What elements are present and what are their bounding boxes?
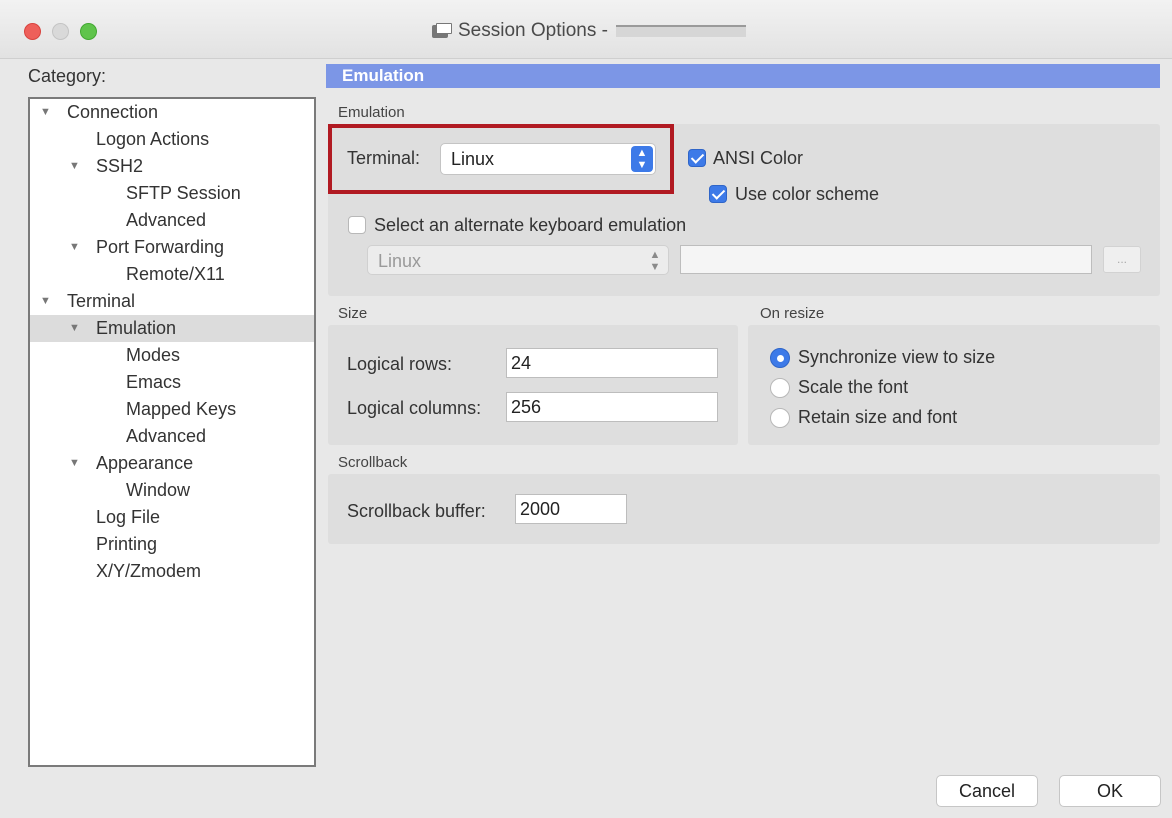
tree-item-window[interactable]: Window	[30, 477, 314, 504]
select-arrows-icon: ▲ ▼	[649, 249, 661, 273]
alt-keyboard-path-input[interactable]	[680, 245, 1092, 274]
tree-item-label: X/Y/Zmodem	[96, 561, 202, 581]
alt-keyboard-select[interactable]: Linux ▲ ▼	[367, 245, 669, 275]
tree-item-label: Connection	[67, 102, 159, 122]
terminal-label: Terminal:	[347, 148, 421, 168]
title-bar: Session Options -	[0, 0, 1172, 59]
tree-item-label: Remote/X11	[126, 264, 225, 284]
alt-keyboard-select-value: Linux	[378, 251, 422, 271]
use-color-scheme-label: Use color scheme	[735, 184, 880, 204]
scrollback-buffer-label: Scrollback buffer:	[347, 501, 486, 521]
synchronize-view-label: Synchronize view to size	[798, 347, 996, 367]
logical-rows-input[interactable]: 24	[506, 348, 718, 378]
tree-item-label: Logon Actions	[96, 129, 210, 149]
tree-item-mapped-keys[interactable]: Mapped Keys	[30, 396, 314, 423]
panel-header: Emulation	[326, 64, 1160, 88]
tree-item-modes[interactable]: Modes	[30, 342, 314, 369]
tree-item-terminal-advanced[interactable]: Advanced	[30, 423, 314, 450]
disclosure-triangle-icon[interactable]: ▼	[69, 315, 80, 342]
tree-item-ssh2-advanced[interactable]: Advanced	[30, 207, 314, 234]
disclosure-triangle-icon[interactable]: ▼	[69, 234, 80, 261]
ansi-color-label: ANSI Color	[713, 148, 804, 168]
synchronize-view-radio[interactable]	[770, 348, 790, 368]
use-color-scheme-checkbox[interactable]	[709, 185, 727, 203]
disclosure-triangle-icon[interactable]: ▼	[40, 288, 51, 315]
tree-item-terminal[interactable]: ▼ Terminal	[30, 288, 314, 315]
terminal-select[interactable]: Linux ▲ ▼	[440, 143, 656, 175]
tree-item-sftp-session[interactable]: SFTP Session	[30, 180, 314, 207]
scale-font-radio[interactable]	[770, 378, 790, 398]
tree-item-label: Port Forwarding	[96, 237, 225, 257]
tree-item-port-forwarding[interactable]: ▼ Port Forwarding	[30, 234, 314, 261]
close-window-button[interactable]	[24, 23, 41, 40]
size-group-label: Size	[338, 305, 368, 322]
retain-size-radio[interactable]	[770, 408, 790, 428]
category-tree[interactable]: ▼ Connection Logon Actions ▼ SSH2 SFTP S…	[28, 97, 316, 767]
alt-keyboard-checkbox[interactable]	[348, 216, 366, 234]
tree-item-log-file[interactable]: Log File	[30, 504, 314, 531]
tree-item-xyzmodem[interactable]: X/Y/Zmodem	[30, 558, 314, 585]
tree-item-remote-x11[interactable]: Remote/X11	[30, 261, 314, 288]
window-title: Session Options -	[432, 20, 746, 42]
alt-keyboard-label: Select an alternate keyboard emulation	[374, 215, 687, 235]
session-window-icon	[432, 23, 452, 39]
ok-button[interactable]: OK	[1059, 775, 1161, 807]
tree-item-label: Advanced	[126, 210, 207, 230]
tree-item-printing[interactable]: Printing	[30, 531, 314, 558]
disclosure-triangle-icon[interactable]: ▼	[40, 99, 51, 126]
tree-item-label: Emacs	[126, 372, 182, 392]
emulation-group-label: Emulation	[338, 104, 405, 121]
tree-item-ssh2[interactable]: ▼ SSH2	[30, 153, 314, 180]
on-resize-group-label: On resize	[760, 305, 825, 322]
tree-item-label: Advanced	[126, 426, 207, 446]
window-title-text: Session Options -	[458, 20, 608, 41]
scale-font-label: Scale the font	[798, 377, 909, 397]
tree-item-label: SFTP Session	[126, 183, 241, 203]
logical-columns-input[interactable]: 256	[506, 392, 718, 422]
size-group	[328, 325, 738, 445]
scrollback-buffer-input[interactable]: 2000	[515, 494, 627, 524]
scrollback-group-label: Scrollback	[338, 454, 408, 471]
logical-rows-label: Logical rows:	[347, 354, 453, 374]
tree-item-label: SSH2	[96, 156, 144, 176]
category-label: Category:	[28, 66, 107, 86]
tree-item-connection[interactable]: ▼ Connection	[30, 99, 314, 126]
tree-item-label: Mapped Keys	[126, 399, 237, 419]
disclosure-triangle-icon[interactable]: ▼	[69, 450, 80, 477]
tree-item-label: Emulation	[96, 318, 177, 338]
tree-item-appearance[interactable]: ▼ Appearance	[30, 450, 314, 477]
logical-columns-label: Logical columns:	[347, 398, 482, 418]
tree-item-emulation[interactable]: ▼ Emulation	[30, 315, 314, 342]
ansi-color-checkbox[interactable]	[688, 149, 706, 167]
maximize-window-button[interactable]	[80, 23, 97, 40]
tree-item-label: Window	[126, 480, 191, 500]
minimize-window-button[interactable]	[52, 23, 69, 40]
retain-size-label: Retain size and font	[798, 407, 958, 427]
tree-item-logon-actions[interactable]: Logon Actions	[30, 126, 314, 153]
cancel-button[interactable]: Cancel	[936, 775, 1038, 807]
tree-item-label: Printing	[96, 534, 158, 554]
tree-item-label: Appearance	[96, 453, 194, 473]
disclosure-triangle-icon[interactable]: ▼	[69, 153, 80, 180]
tree-item-label: Log File	[96, 507, 161, 527]
browse-button[interactable]: ...	[1103, 246, 1141, 273]
redacted-session-name	[615, 25, 746, 37]
tree-item-label: Terminal	[67, 291, 136, 311]
tree-item-label: Modes	[126, 345, 181, 365]
select-arrows-icon: ▲ ▼	[631, 146, 653, 172]
terminal-select-value: Linux	[451, 149, 495, 169]
tree-item-emacs[interactable]: Emacs	[30, 369, 314, 396]
